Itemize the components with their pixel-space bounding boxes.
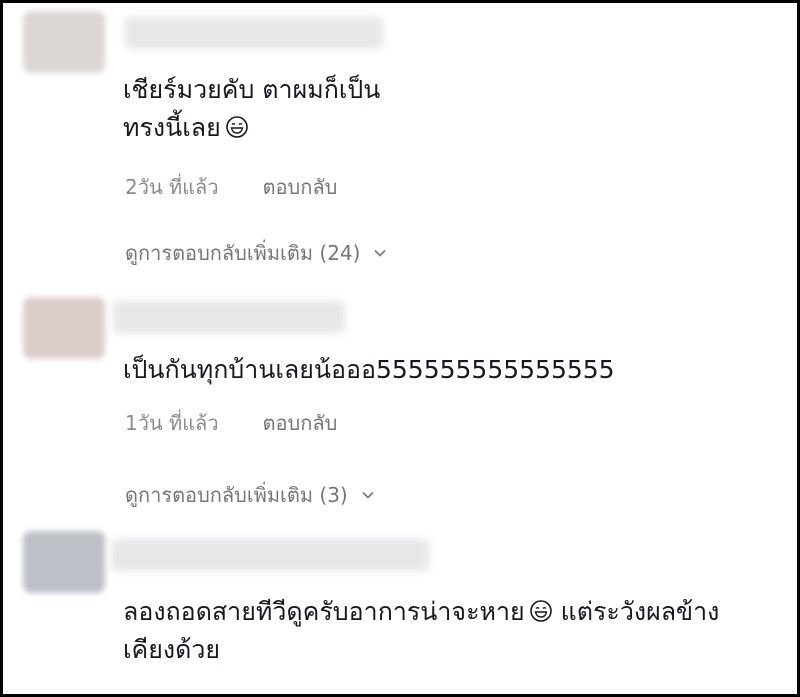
username-blurred[interactable] [111,539,429,571]
username-blurred[interactable] [113,301,345,333]
chevron-down-icon [372,245,388,261]
view-more-replies-button[interactable]: ดูการตอบกลับเพิ่มเติม (3) [125,479,376,511]
comment-text: ลองถอดสายทีวีดูครับอาการน่าจะหาย แต่ระวั… [123,593,719,669]
comment-text-line: เป็นกันทุกบ้านเลยน้อออ555555555555555 [123,355,615,384]
comment-text-line: เชียร์มวยคับ ตาผมก็เป็น [123,75,381,104]
comment-meta: 1วัน ที่แล้ว ตอบกลับ [125,407,337,439]
comment-text-line: ทรงนี้เลย [123,113,221,142]
comment-text: เชียร์มวยคับ ตาผมก็เป็น ทรงนี้เลย [123,71,380,147]
username-blurred[interactable] [125,17,383,49]
avatar[interactable] [23,531,105,593]
view-more-replies-label: ดูการตอบกลับเพิ่มเติม (24) [125,241,361,265]
grinning-face-emoji-icon [529,600,552,622]
avatar[interactable] [23,11,105,73]
comment-text-line: แต่ระวังผลข้าง [552,597,720,626]
reply-button[interactable]: ตอบกลับ [263,171,338,203]
grinning-face-emoji-icon [225,116,248,138]
comment-meta: 2วัน ที่แล้ว ตอบกลับ [125,171,337,203]
avatar[interactable] [23,297,105,359]
view-more-replies-button[interactable]: ดูการตอบกลับเพิ่มเติม (24) [125,237,388,269]
reply-button[interactable]: ตอบกลับ [263,407,338,439]
comment-thread: เชียร์มวยคับ ตาผมก็เป็น ทรงนี้เลย 2วัน ท… [0,0,800,697]
comment-timestamp: 1วัน ที่แล้ว [125,411,219,435]
comment-text-line: เคียงด้วย [123,635,221,664]
comment-timestamp: 2วัน ที่แล้ว [125,175,219,199]
comment-text-line: ลองถอดสายทีวีดูครับอาการน่าจะหาย [123,597,525,626]
view-more-replies-label: ดูการตอบกลับเพิ่มเติม (3) [125,483,348,507]
comment-text: เป็นกันทุกบ้านเลยน้อออ555555555555555 [123,351,615,389]
chevron-down-icon [360,487,376,503]
